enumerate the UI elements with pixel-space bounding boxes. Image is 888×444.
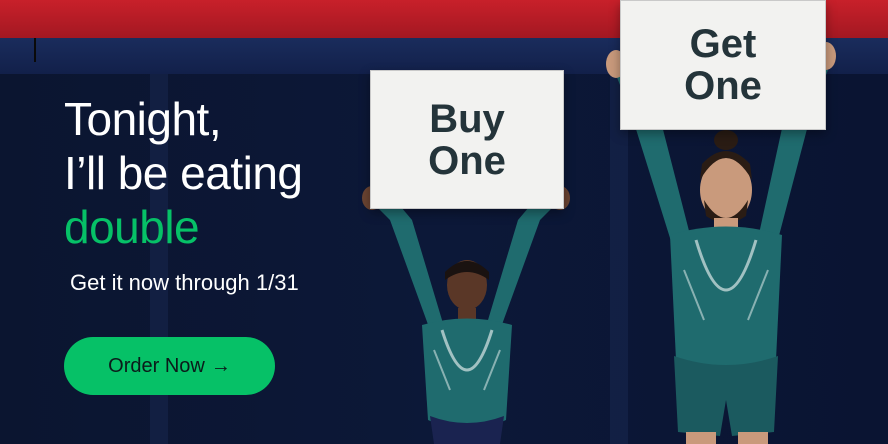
headline-line-1: Tonight, [64, 93, 222, 145]
order-now-label: Order Now [108, 354, 205, 377]
sign-line-2: One [684, 64, 762, 108]
headline: Tonight, I’ll be eating double [64, 92, 303, 254]
sign-line-1: Buy [429, 96, 505, 141]
text-cursor [34, 38, 36, 62]
arrow-right-icon: → [210, 355, 231, 377]
gymnast-figure [350, 180, 580, 444]
sign-line-1: Get [689, 22, 757, 66]
promo-subline: Get it now through 1/31 [70, 270, 299, 295]
sign-line-2: One [428, 138, 506, 183]
headline-accent: double [64, 201, 200, 253]
get-one-sign: Get One [620, 0, 826, 130]
headline-line-2: I’ll be eating [64, 147, 303, 199]
order-now-button[interactable]: Order Now → [64, 337, 275, 395]
promo-banner[interactable]: Tonight, I’ll be eating double Get it no… [0, 0, 888, 444]
buy-one-sign: Buy One [370, 70, 564, 209]
